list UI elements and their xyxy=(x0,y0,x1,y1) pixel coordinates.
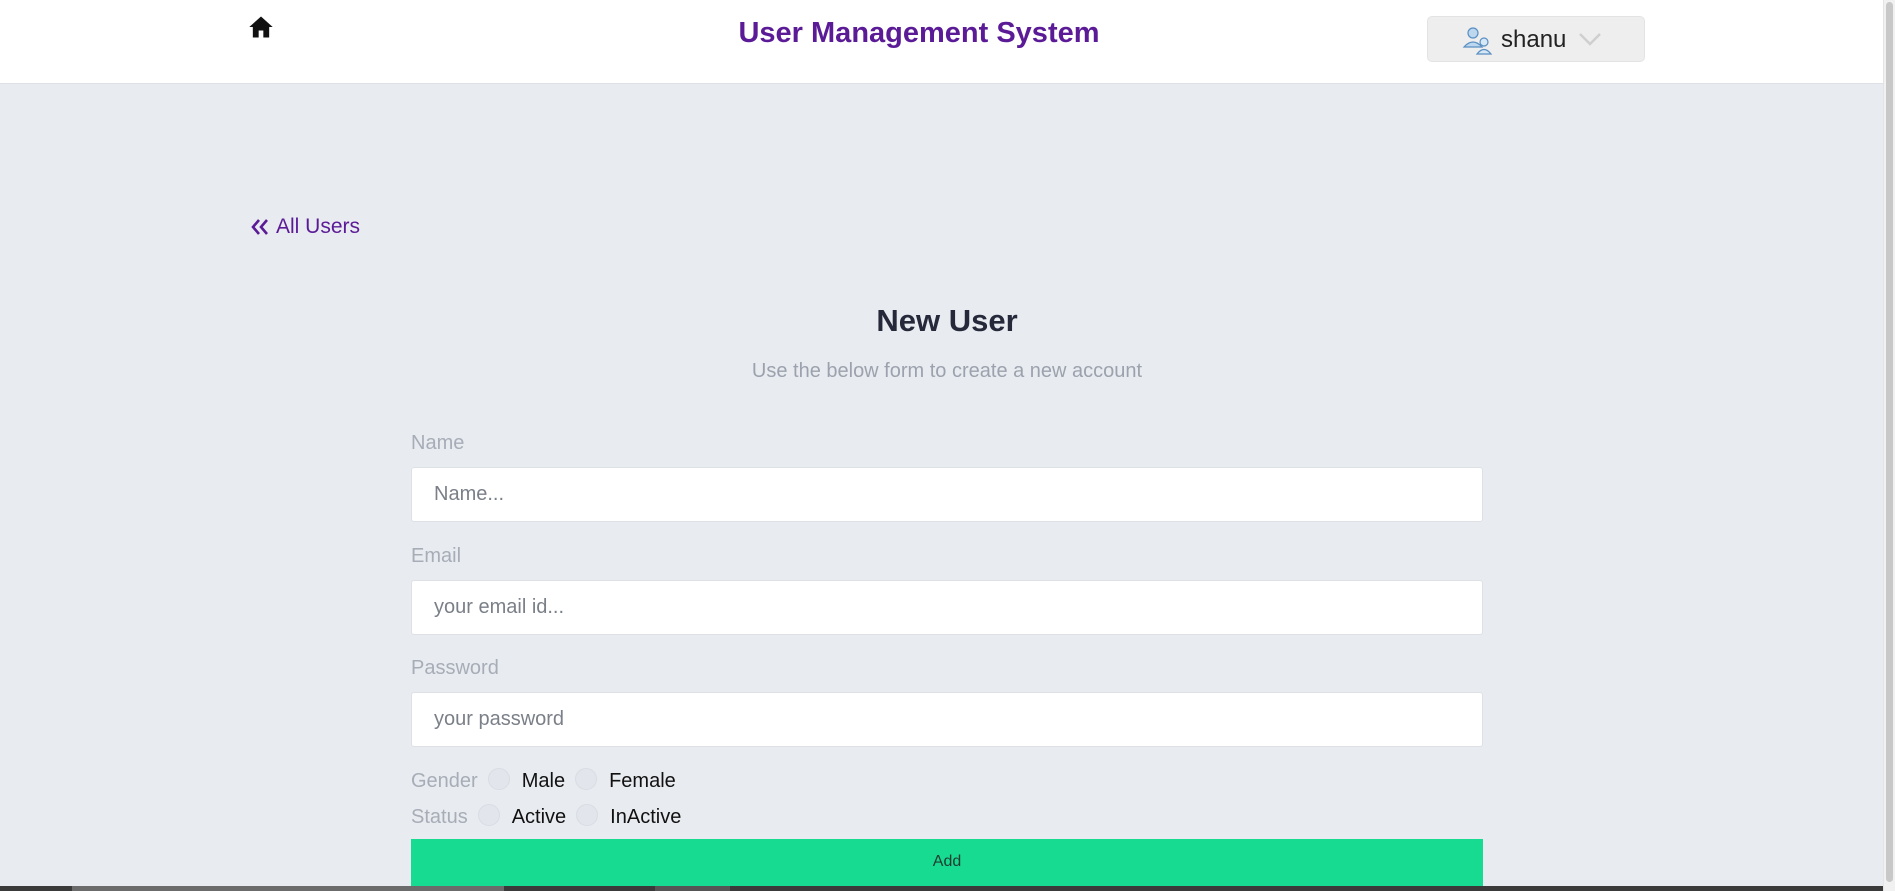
chevron-down-icon xyxy=(1579,33,1601,46)
gender-label: Gender xyxy=(411,769,478,792)
status-group: Status Active InActive xyxy=(411,802,685,832)
gender-female-label[interactable]: Female xyxy=(609,770,676,793)
user-group-icon xyxy=(1462,27,1493,55)
name-input[interactable] xyxy=(411,467,1483,522)
vertical-scrollbar[interactable] xyxy=(1883,0,1895,891)
user-name: shanu xyxy=(1501,26,1567,53)
status-active-radio[interactable] xyxy=(477,804,500,826)
gender-female-radio[interactable] xyxy=(575,768,598,790)
double-chevron-left-icon xyxy=(251,219,268,235)
scrollbar-thumb[interactable] xyxy=(1886,2,1893,882)
gender-group: Gender Male Female xyxy=(411,766,680,796)
status-label: Status xyxy=(411,805,468,828)
all-users-label: All Users xyxy=(276,215,361,238)
name-label: Name xyxy=(411,432,465,454)
page-title: New User xyxy=(876,303,1018,338)
user-menu-dropdown[interactable]: shanu xyxy=(1427,16,1645,62)
gender-male-label[interactable]: Male xyxy=(522,770,565,793)
strip-segment xyxy=(655,886,730,891)
page-subtitle: Use the below form to create a new accou… xyxy=(751,360,1143,382)
gender-male-radio[interactable] xyxy=(487,768,510,790)
status-active-label[interactable]: Active xyxy=(512,806,566,829)
password-label: Password xyxy=(411,657,499,679)
status-inactive-radio[interactable] xyxy=(576,804,599,826)
all-users-link[interactable]: All Users xyxy=(250,215,360,239)
password-input[interactable] xyxy=(411,692,1483,747)
email-input[interactable] xyxy=(411,580,1483,635)
top-header: User Management System shanu xyxy=(0,0,1895,84)
status-inactive-label[interactable]: InActive xyxy=(610,806,681,829)
email-label: Email xyxy=(411,545,462,567)
bottom-strip xyxy=(0,886,1883,891)
strip-segment xyxy=(72,886,504,891)
add-button[interactable]: Add xyxy=(411,839,1483,891)
